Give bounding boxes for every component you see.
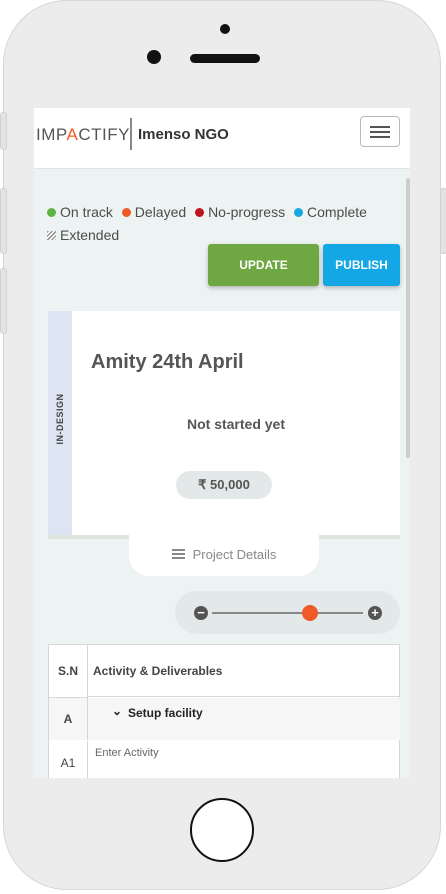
earpiece-speaker [190, 54, 260, 63]
project-budget-badge: ₹ 50,000 [176, 471, 272, 499]
project-status-tag: IN-DESIGN [55, 393, 65, 445]
column-header-activity: Activity & Deliverables [88, 645, 400, 697]
zoom-out-icon[interactable]: − [194, 606, 208, 620]
no-progress-dot-icon [195, 208, 205, 217]
table-row-sn: A [49, 698, 88, 740]
activity-input[interactable]: Enter Activity [95, 747, 159, 759]
front-camera [147, 50, 161, 64]
project-details-label: Project Details [192, 547, 277, 562]
column-header-sn: S.N [49, 645, 88, 698]
legend-label: On track [60, 204, 113, 220]
side-button [440, 188, 446, 254]
table-row-group[interactable]: ⌄ Setup facility [88, 698, 400, 740]
front-sensor [220, 24, 230, 34]
impactify-logo[interactable]: IMPACTIFY [36, 125, 130, 145]
logo-text-right: CTIFY [78, 125, 130, 144]
legend-no-progress: No-progress [195, 201, 285, 224]
legend-label: No-progress [208, 204, 286, 220]
zoom-thumb[interactable] [302, 605, 319, 621]
chevron-down-icon[interactable]: ⌄ [112, 704, 122, 718]
complete-dot-icon [293, 208, 303, 217]
legend-label: Delayed [134, 204, 187, 220]
legend-complete: Complete [293, 201, 367, 224]
update-button[interactable]: UPDATE [208, 244, 319, 286]
activity-table: S.N Activity & Deliverables A ⌄ Setup fa… [48, 644, 400, 778]
hamburger-menu-icon[interactable] [360, 116, 400, 147]
zoom-in-icon[interactable]: + [368, 606, 382, 620]
side-button [0, 112, 7, 150]
project-title: Amity 24th April [91, 351, 244, 373]
side-button [0, 188, 7, 254]
extended-hatch-icon [47, 231, 56, 240]
table-row-sn: A1 [49, 741, 88, 778]
zoom-track[interactable] [212, 612, 363, 614]
legend-label: Extended [60, 227, 120, 243]
list-icon [171, 548, 185, 559]
legend-delayed: Delayed [121, 201, 187, 224]
status-legend: On track Delayed No-progress Complete Ex… [47, 201, 397, 247]
logo-text-accent: A [66, 125, 79, 144]
legend-on-track: On track [47, 201, 113, 224]
home-button[interactable] [190, 798, 254, 862]
project-progress-status: Not started yet [186, 416, 286, 432]
scrollbar[interactable] [406, 178, 410, 458]
zoom-slider[interactable]: − + [175, 591, 400, 634]
project-details-button[interactable]: Project Details [129, 534, 319, 576]
app-screen: IMPACTIFY Imenso NGO On track Delayed No… [34, 108, 410, 778]
legend-extended: Extended [47, 224, 119, 247]
legend-label: Complete [306, 204, 367, 220]
side-button [0, 268, 7, 334]
project-card[interactable]: IN-DESIGN Amity 24th April Not started y… [48, 311, 400, 539]
top-bar: IMPACTIFY Imenso NGO [34, 108, 410, 169]
header-divider [130, 118, 132, 150]
on-track-dot-icon [47, 208, 56, 217]
project-status-strip: IN-DESIGN [48, 311, 72, 535]
publish-button[interactable]: PUBLISH [323, 244, 400, 286]
logo-text-left: IMP [36, 125, 67, 144]
activity-group-label: Setup facility [128, 706, 203, 720]
org-name: Imenso NGO [138, 126, 229, 143]
delayed-dot-icon [121, 208, 131, 217]
